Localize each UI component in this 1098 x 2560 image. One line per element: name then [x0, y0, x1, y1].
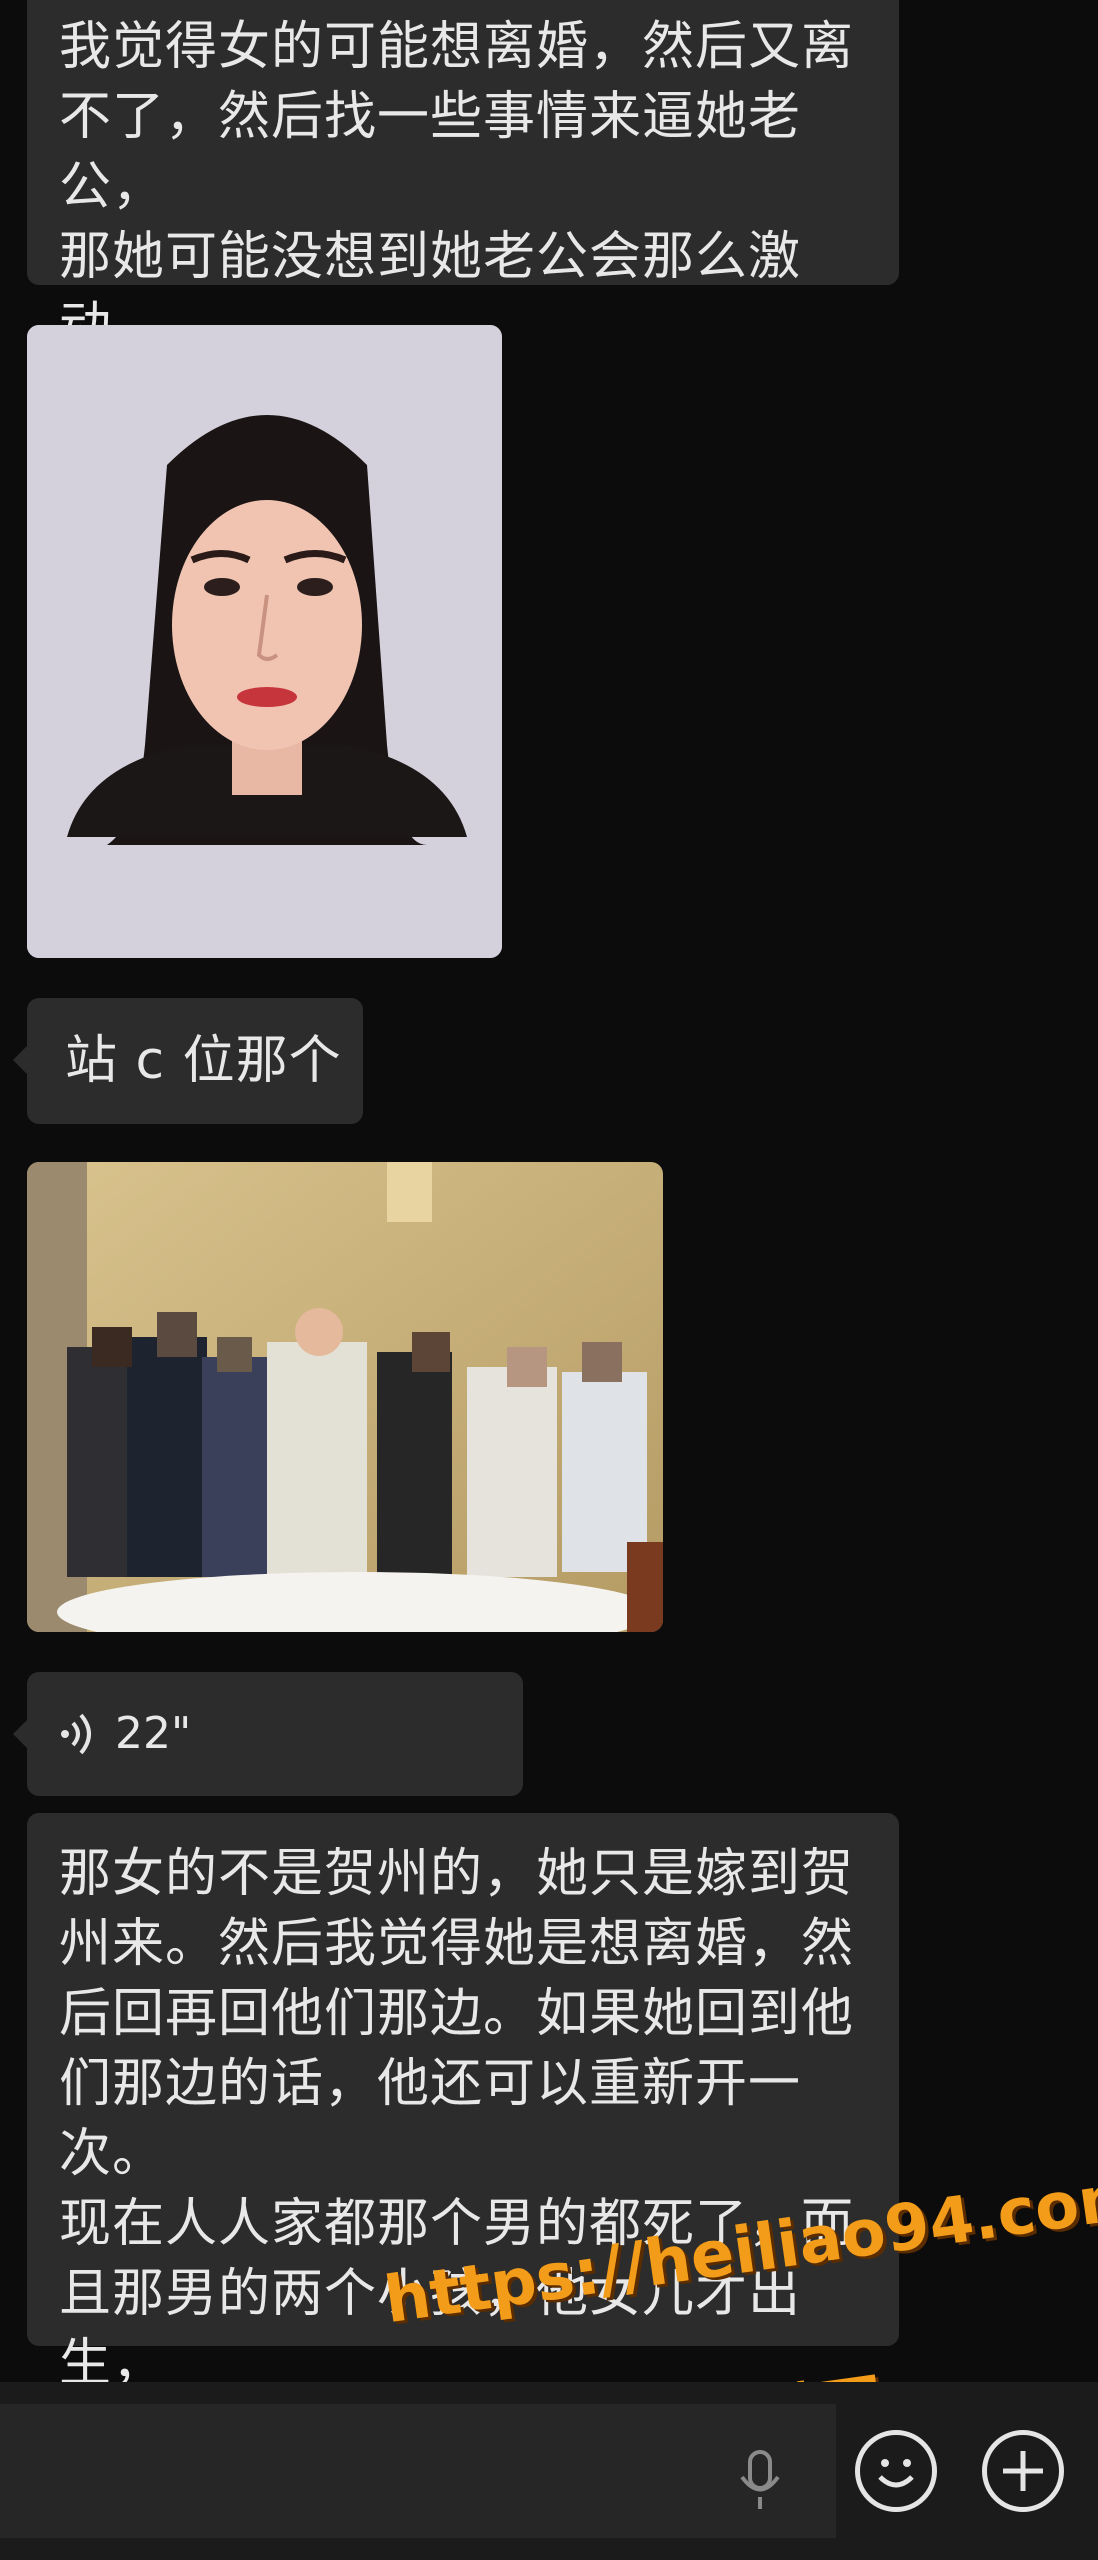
portrait-image — [27, 325, 502, 958]
voice-message-bubble[interactable]: 22" — [13, 1672, 523, 1796]
message-text: 站 c 位那个 — [65, 1031, 342, 1091]
voice-duration: 22" — [115, 1708, 192, 1759]
emoji-icon[interactable] — [855, 2430, 937, 2512]
group-photo-image — [27, 1162, 663, 1632]
portrait-photo-message[interactable] — [27, 325, 502, 958]
voice-wave-icon — [61, 1713, 91, 1755]
microphone-icon[interactable] — [735, 2447, 785, 2517]
chat-input-bar — [0, 2382, 1098, 2560]
plus-icon[interactable] — [982, 2430, 1064, 2512]
message-bubble-top[interactable]: 我觉得女的可能想离婚，然后又离 不了，然后找一些事情来逼她老公， 那她可能没想到… — [27, 0, 899, 427]
message-bubble-c-position[interactable]: 站 c 位那个 — [13, 998, 363, 1124]
group-photo-message[interactable] — [27, 1162, 663, 1632]
message-input[interactable] — [0, 2404, 836, 2538]
